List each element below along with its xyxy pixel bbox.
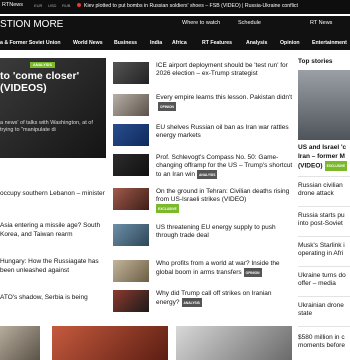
story-thumbnail: [113, 290, 149, 312]
top-story-item-1[interactable]: Russian civilian drone attack: [298, 182, 350, 198]
hero-badge: ANALYSIS: [30, 62, 55, 68]
mid-item-4[interactable]: Prof. Schlevogt's Compass No. 50: Game-c…: [113, 154, 295, 184]
where-to-watch-link[interactable]: Where to watch: [182, 20, 220, 26]
top-story-main[interactable]: US and Israel 'c Iran – former M (VIDEO)…: [298, 144, 350, 171]
opinion-tag: OPINION: [243, 268, 262, 277]
mid-item-3[interactable]: EU shelves Russian oil ban as Iran war r…: [113, 124, 295, 154]
tv-label[interactable]: RTNews: [2, 2, 23, 8]
page-title-text: STION MORE: [0, 19, 64, 30]
top-stories: Top stories US and Israel 'c Iran – form…: [298, 58, 350, 349]
rt-news-link[interactable]: RT News: [310, 20, 332, 26]
opinion-tag: OPINION: [158, 102, 176, 111]
mid-item-7[interactable]: Who profits from a world at war? Inside …: [113, 260, 295, 290]
mid-item-6-title[interactable]: US threatening EU energy supply to push …: [156, 224, 296, 240]
bottom-story-image-3[interactable]: [176, 326, 292, 360]
nav-item-rt-features[interactable]: RT Features: [202, 40, 232, 46]
hero-title[interactable]: to 'come closer' (VIDEOS): [0, 70, 106, 94]
top-stories-heading: Top stories: [298, 58, 333, 65]
nav-item-business[interactable]: Business: [114, 40, 137, 46]
mid-item-1-title[interactable]: ICE airport deployment should be 'test r…: [156, 62, 296, 78]
divider: [298, 176, 350, 177]
exclusive-tag: EXCLUSIVE: [324, 161, 348, 171]
bottom-story-image-1[interactable]: [0, 326, 40, 360]
left-headline-4[interactable]: ATO's shadow, Serbia is being: [0, 294, 106, 303]
left-headline-1[interactable]: occupy southern Lebanon – minister: [0, 190, 106, 199]
divider: [298, 266, 350, 267]
mid-item-4-title[interactable]: Prof. Schlevogt's Compass No. 50: Game-c…: [156, 154, 292, 178]
nav-item-opinion[interactable]: Opinion: [280, 40, 300, 46]
hero-story[interactable]: ANALYSIS to 'come closer' (VIDEOS) a new…: [0, 58, 106, 158]
analysis-tag: ANALYSIS: [181, 298, 202, 307]
mid-item-7-title-wrap: Who profits from a world at war? Inside …: [156, 260, 296, 277]
story-thumbnail: [113, 260, 149, 282]
mid-item-4-title-wrap: Prof. Schlevogt's Compass No. 50: Game-c…: [156, 154, 296, 179]
page-title: STION MORE Where to watch Schedule RT Ne…: [0, 16, 350, 36]
story-thumbnail: [113, 224, 149, 246]
mid-item-2-title[interactable]: Every empire learns this lesson. Pakista…: [156, 94, 292, 101]
analysis-tag: ANALYSIS: [197, 170, 218, 179]
nav-item-world-news[interactable]: World News: [73, 40, 103, 46]
currency-usd: USD: [48, 3, 57, 8]
mid-item-5[interactable]: On the ground in Tehran: Civilian deaths…: [113, 188, 295, 218]
main-nav: a & Former Soviet Union World News Busin…: [0, 36, 350, 50]
mid-item-8-title[interactable]: Why did Trump call off strikes on Irania…: [156, 290, 271, 306]
mid-item-2-title-wrap: Every empire learns this lesson. Pakista…: [156, 94, 296, 111]
mid-item-6[interactable]: US threatening EU energy supply to push …: [113, 224, 295, 254]
left-headline-2[interactable]: Asia entering a missile age? South Korea…: [0, 222, 106, 239]
mid-item-8-title-wrap: Why did Trump call off strikes on Irania…: [156, 290, 296, 307]
divider: [298, 206, 350, 207]
mid-item-1[interactable]: ICE airport deployment should be 'test r…: [113, 62, 295, 92]
bottom-story-image-2[interactable]: [52, 326, 168, 360]
left-headline-3[interactable]: Hungary: How the Russiagate has been unl…: [0, 258, 106, 275]
top-story-image[interactable]: [298, 70, 350, 140]
mid-item-5-title-wrap: On the ground in Tehran: Civilian deaths…: [156, 188, 296, 213]
live-dot-icon: [77, 3, 81, 7]
nav-item-africa[interactable]: Africa: [172, 40, 187, 46]
divider: [298, 326, 350, 327]
nav-item-former-soviet-union[interactable]: a & Former Soviet Union: [0, 40, 61, 46]
mid-item-8[interactable]: Why did Trump call off strikes on Irania…: [113, 290, 295, 320]
story-thumbnail: [113, 188, 149, 210]
top-bar: RTNews EUR USD RUB Kiev plotted to put b…: [0, 0, 350, 14]
currency-eur: EUR: [34, 3, 43, 8]
mid-item-2[interactable]: Every empire learns this lesson. Pakista…: [113, 94, 295, 124]
nav-item-entertainment[interactable]: Entertainment: [312, 40, 347, 46]
top-story-item-2[interactable]: Russia starts pu into post-Soviet: [298, 212, 350, 228]
story-thumbnail: [113, 124, 149, 146]
exclusive-tag: EXCLUSIVE: [156, 204, 179, 213]
currency-rub: RUB: [62, 3, 71, 8]
mid-item-3-title[interactable]: EU shelves Russian oil ban as Iran war r…: [156, 124, 296, 140]
news-ticker-text: Kiev plotted to put bombs in Russian sol…: [84, 3, 298, 9]
story-thumbnail: [113, 62, 149, 84]
nav-item-india[interactable]: India: [150, 40, 162, 46]
divider: [298, 296, 350, 297]
news-ticker[interactable]: Kiev plotted to put bombs in Russian sol…: [77, 3, 298, 9]
story-thumbnail: [113, 94, 149, 116]
nav-item-analysis[interactable]: Analysis: [246, 40, 267, 46]
top-story-item-4[interactable]: Ukraine turns do offer – media: [298, 272, 350, 288]
story-thumbnail: [113, 154, 149, 176]
mid-item-5-title[interactable]: On the ground in Tehran: Civilian deaths…: [156, 188, 289, 203]
top-story-item-6[interactable]: $580 million in c moments before: [298, 334, 350, 350]
schedule-link[interactable]: Schedule: [238, 20, 261, 26]
hero-subtitle: a news' of talks with Washington, at of …: [0, 120, 93, 133]
top-story-item-5[interactable]: Ukrainian drone state: [298, 302, 350, 318]
top-story-item-3[interactable]: Musk's Starlink i operating in Afri: [298, 242, 350, 258]
divider: [298, 236, 350, 237]
